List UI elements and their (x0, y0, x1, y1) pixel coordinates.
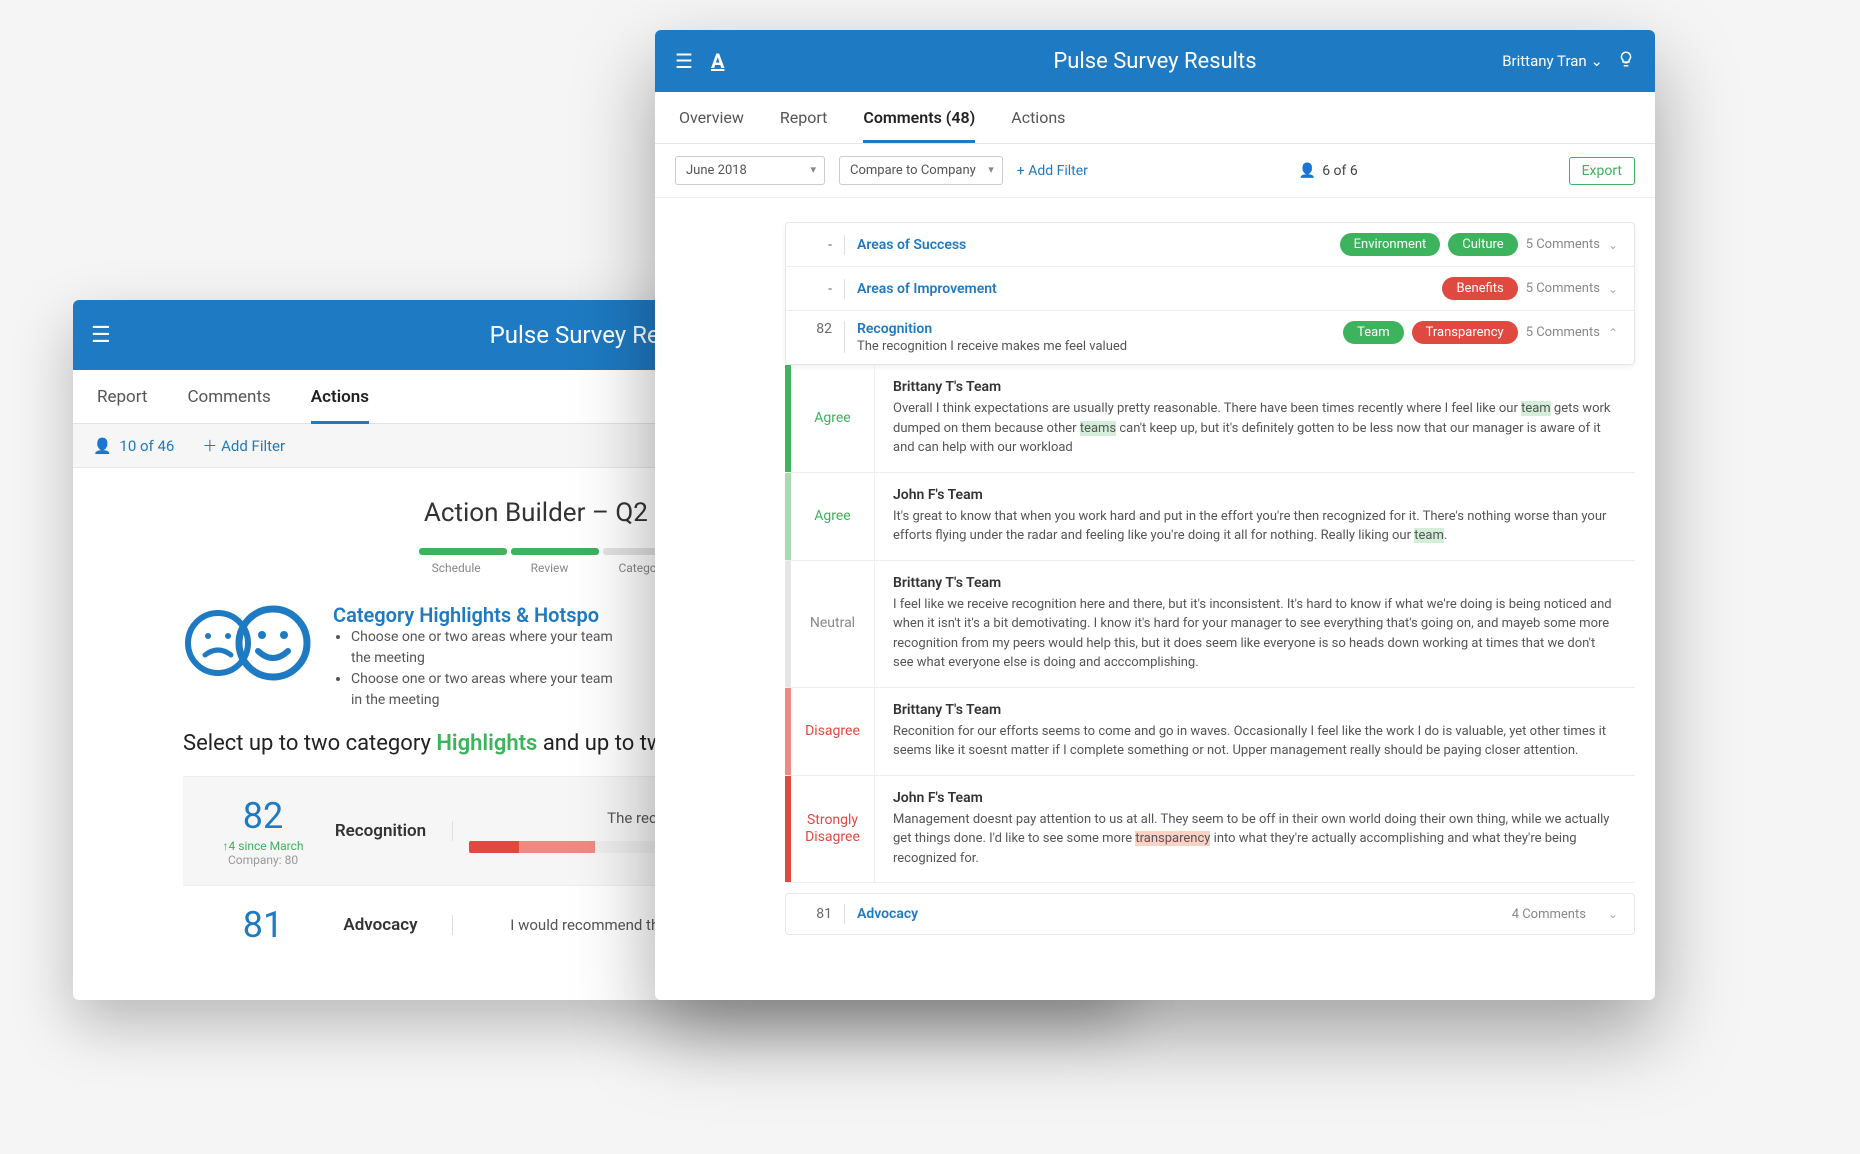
comments-window: ☰ A Pulse Survey Results Brittany Tran ⌄… (655, 30, 1655, 1000)
comment-row: Agree John F's Team It's great to know t… (785, 473, 1635, 561)
comment-text: Reconition for our efforts seems to come… (893, 722, 1617, 761)
tab-overview[interactable]: Overview (679, 108, 744, 127)
area-score: 82 (802, 321, 832, 337)
comment-team: John F's Team (893, 790, 1617, 806)
page-title: Pulse Survey Results (1053, 49, 1256, 74)
area-count: 4 Comments (1512, 907, 1586, 922)
step-review: Review (531, 561, 569, 575)
comment-team: John F's Team (893, 487, 1617, 503)
comment-row: Agree Brittany T's Team Overall I think … (785, 365, 1635, 473)
comment-text: It's great to know that when you work ha… (893, 507, 1617, 546)
sentiment-label: Agree (791, 365, 875, 472)
area-improvement-row[interactable]: - Areas of Improvement Benefits 5 Commen… (786, 267, 1634, 311)
tabs-bar: Overview Report Comments (48) Actions (655, 92, 1655, 144)
comment-row: Strongly Disagree John F's Team Manageme… (785, 776, 1635, 884)
tag-culture[interactable]: Culture (1448, 233, 1517, 256)
tab-report[interactable]: Report (780, 108, 828, 127)
sentiment-label: Neutral (791, 561, 875, 687)
period-dropdown[interactable]: June 2018 (675, 156, 825, 185)
export-button[interactable]: Export (1569, 157, 1635, 185)
area-title: Recognition (857, 321, 1127, 337)
area-count: 5 Comments (1526, 325, 1600, 340)
area-subtitle: The recognition I receive makes me feel … (857, 339, 1127, 354)
comment-row: Neutral Brittany T's Team I feel like we… (785, 561, 1635, 688)
comment-team: Brittany T's Team (893, 575, 1617, 591)
area-score: - (802, 281, 832, 297)
area-title: Areas of Success (857, 237, 966, 253)
menu-icon[interactable]: ☰ (91, 323, 111, 348)
plus-icon: ＋ (202, 437, 217, 455)
tag-team[interactable]: Team (1343, 321, 1404, 344)
results-count: 6 of 6 (1322, 163, 1358, 179)
chevron-down-icon: ⌄ (1590, 52, 1603, 70)
score-col: 81 (203, 904, 323, 946)
add-filter-label: Add Filter (221, 437, 285, 455)
header-bar: ☰ A Pulse Survey Results Brittany Tran ⌄ (655, 30, 1655, 92)
area-recognition-row[interactable]: 82 Recognition The recognition I receive… (786, 311, 1634, 364)
bullet-1: Choose one or two areas where your team … (351, 627, 613, 669)
add-filter-button[interactable]: + Add Filter (1017, 163, 1088, 179)
toolbar: June 2018 Compare to Company + Add Filte… (655, 144, 1655, 198)
tag-transparency[interactable]: Transparency (1412, 321, 1518, 344)
areas-panel: - Areas of Success Environment Culture 5… (785, 222, 1635, 365)
menu-icon[interactable]: ☰ (675, 49, 693, 73)
chevron-down-icon: ⌄ (1608, 282, 1618, 296)
results-count[interactable]: 👤 10 of 46 (93, 437, 174, 455)
score-delta: ↑4 since March (203, 839, 323, 853)
progress-seg-2 (511, 548, 599, 555)
compare-dropdown[interactable]: Compare to Company (839, 156, 1003, 185)
chevron-up-icon: ⌃ (1608, 326, 1618, 340)
area-count: 5 Comments (1526, 237, 1600, 252)
tag-environment[interactable]: Environment (1340, 233, 1441, 256)
sentiment-label: Strongly Disagree (791, 776, 875, 883)
comments-list: Agree Brittany T's Team Overall I think … (785, 365, 1635, 883)
tab-actions[interactable]: Actions (1011, 108, 1065, 127)
area-title: Advocacy (857, 906, 918, 922)
score-company: Company: 80 (203, 853, 323, 867)
lightbulb-icon[interactable] (1617, 50, 1635, 72)
tag-benefits[interactable]: Benefits (1442, 277, 1517, 300)
score-col: 82 ↑4 since March Company: 80 (203, 795, 323, 867)
bullet-2: Choose one or two areas where your team … (351, 669, 613, 711)
comment-row: Disagree Brittany T's Team Reconition fo… (785, 688, 1635, 776)
progress-seg-1 (419, 548, 507, 555)
area-title: Areas of Improvement (857, 281, 997, 297)
comment-team: Brittany T's Team (893, 702, 1617, 718)
step-schedule: Schedule (432, 561, 481, 575)
results-count-text: 10 of 46 (119, 437, 174, 455)
chevron-down-icon: ⌄ (1608, 238, 1618, 252)
category-name: Advocacy (323, 915, 453, 935)
chevron-down-icon: ⌄ (1608, 907, 1618, 921)
category-heading: Category Highlights & Hotspo (333, 603, 613, 627)
person-icon: 👤 (1299, 163, 1316, 179)
logo-icon[interactable]: A (711, 49, 724, 73)
tab-actions[interactable]: Actions (311, 387, 369, 424)
area-success-row[interactable]: - Areas of Success Environment Culture 5… (786, 223, 1634, 267)
area-count: 5 Comments (1526, 281, 1600, 296)
score-value: 81 (203, 904, 323, 946)
comment-text: I feel like we receive recognition here … (893, 595, 1617, 673)
area-score: - (802, 237, 832, 253)
smile-frown-icon (183, 603, 313, 683)
add-filter-button[interactable]: ＋ Add Filter (202, 435, 285, 456)
category-name: Recognition (323, 821, 453, 841)
tab-comments[interactable]: Comments (187, 387, 270, 407)
tab-report[interactable]: Report (97, 387, 147, 407)
comment-text: Overall I think expectations are usually… (893, 399, 1617, 458)
comment-team: Brittany T's Team (893, 379, 1617, 395)
score-value: 82 (203, 795, 323, 837)
person-icon: 👤 (93, 437, 112, 455)
area-score: 81 (802, 906, 832, 922)
sentiment-label: Agree (791, 473, 875, 560)
sentiment-label: Disagree (791, 688, 875, 775)
advocacy-row[interactable]: 81 Advocacy 4 Comments ⌄ (785, 893, 1635, 935)
user-menu[interactable]: Brittany Tran ⌄ (1502, 52, 1603, 70)
comment-text: Management doesnt pay attention to us at… (893, 810, 1617, 869)
user-name: Brittany Tran (1502, 52, 1587, 70)
tab-comments[interactable]: Comments (48) (863, 108, 975, 143)
